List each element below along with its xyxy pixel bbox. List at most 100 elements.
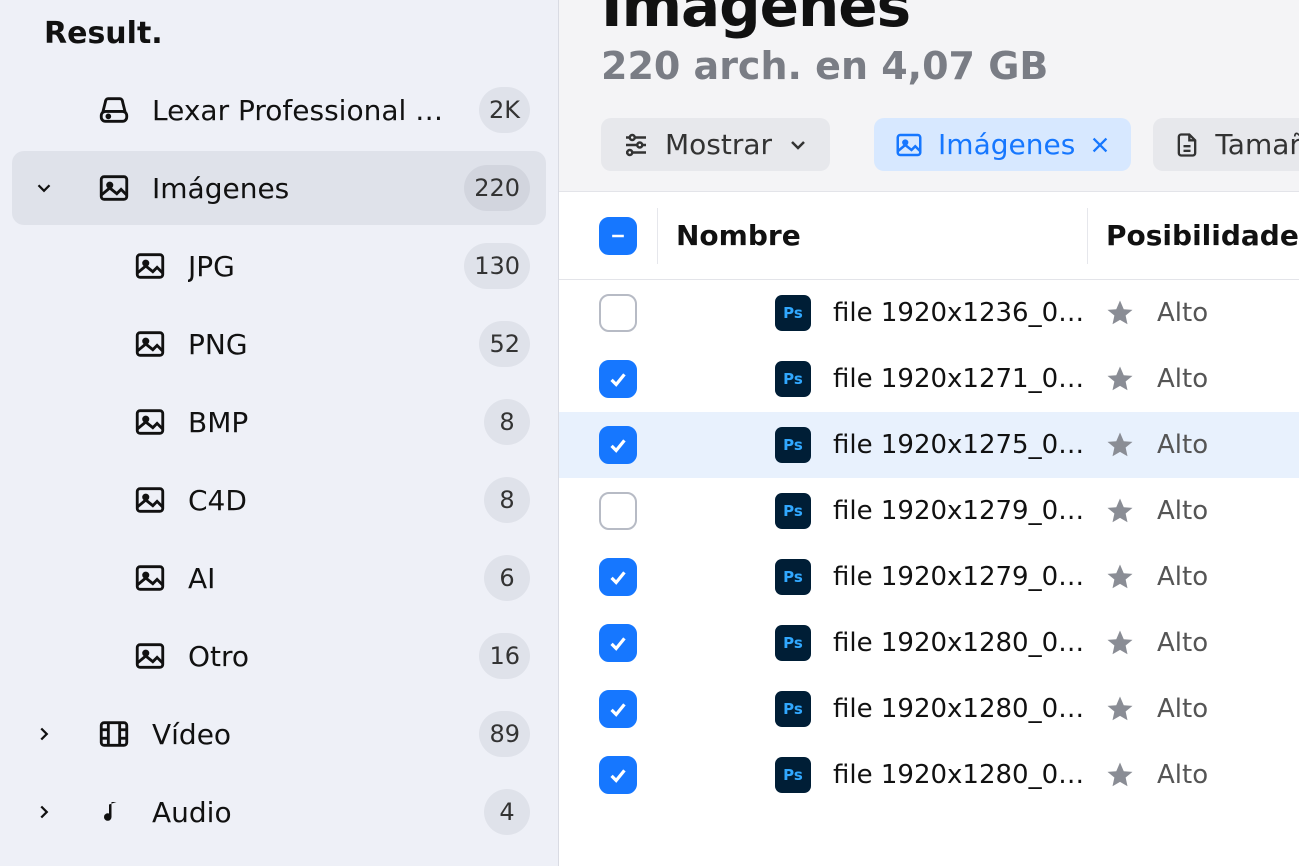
sidebar-item-documentos[interactable]: Documentos296 <box>12 853 546 866</box>
cell-name: Psfile 1920x1280_00... <box>657 757 1087 793</box>
sidebar-item-label: BMP <box>188 406 466 439</box>
drive-icon <box>94 93 134 127</box>
table-row[interactable]: Psfile 1920x1279_00... Alto <box>559 478 1299 544</box>
table-row[interactable]: Psfile 1920x1236_00...Alto <box>559 280 1299 346</box>
table-row[interactable]: Ps file 1920x1279_00... Alto <box>559 544 1299 610</box>
count-badge: 52 <box>479 321 530 367</box>
table-row[interactable]: Psfile 1920x1280_00...Alto <box>559 610 1299 676</box>
row-checkbox[interactable] <box>599 558 637 596</box>
row-checkbox[interactable] <box>599 624 637 662</box>
size-button[interactable]: Tamaño <box>1153 118 1299 171</box>
image-icon <box>130 639 170 673</box>
count-badge: 6 <box>484 555 530 601</box>
sidebar-item-audio[interactable]: Audio 4 <box>12 775 546 849</box>
count-badge: 8 <box>484 399 530 445</box>
cell-name: Psfile 1920x1279_00... <box>657 493 1087 529</box>
table-row[interactable]: Ps file 1920x1275_00... Alto <box>559 412 1299 478</box>
sidebar-item-bmp[interactable]: BMP 8 <box>48 385 546 459</box>
star-icon <box>1105 628 1135 658</box>
sliders-icon <box>621 130 651 160</box>
sidebar-item-otro[interactable]: Otro16 <box>48 619 546 693</box>
possibility-label: Alto <box>1157 760 1208 790</box>
count-badge: 16 <box>479 633 530 679</box>
table-row[interactable]: Psfile 1920x1271_00...Alto <box>559 346 1299 412</box>
sidebar: Result. Lexar Professional USB 3....2KIm… <box>0 0 559 866</box>
row-checkbox[interactable] <box>599 294 637 332</box>
select-all-checkbox[interactable] <box>599 217 637 255</box>
count-badge: 220 <box>464 165 530 211</box>
cell-possibility: Alto <box>1087 694 1287 724</box>
col-header-name[interactable]: Nombre <box>657 208 1087 264</box>
row-checkbox[interactable] <box>599 492 637 530</box>
toolbar: Mostrar Imágenes Tamaño <box>601 118 1257 171</box>
file-table: Nombre Posibilidades d Psfile 1920x1236_… <box>559 191 1299 866</box>
row-checkbox[interactable] <box>599 756 637 794</box>
image-icon <box>130 405 170 439</box>
star-icon <box>1105 298 1135 328</box>
star-icon <box>1105 430 1135 460</box>
cell-name: Ps file 1920x1275_00... <box>657 427 1087 463</box>
cell-possibility: Alto <box>1087 628 1287 658</box>
sidebar-item-png[interactable]: PNG 52 <box>48 307 546 381</box>
photoshop-icon: Ps <box>775 427 811 463</box>
sidebar-item-c4d[interactable]: C4D8 <box>48 463 546 537</box>
sidebar-item-label: PNG <box>188 328 461 361</box>
sidebar-item-label: JPG <box>188 250 446 283</box>
file-name: file 1920x1279_00... <box>833 562 1087 592</box>
photoshop-icon: Ps <box>775 625 811 661</box>
sidebar-item-lexar-professional-usb-3-[interactable]: Lexar Professional USB 3....2K <box>12 73 546 147</box>
file-name: file 1920x1275_00... <box>833 430 1087 460</box>
chevron-right-icon[interactable] <box>12 723 76 745</box>
show-label: Mostrar <box>665 128 772 161</box>
table-row[interactable]: Psfile 1920x1280_00... Alto <box>559 742 1299 808</box>
chevron-down-icon[interactable] <box>12 177 76 199</box>
sidebar-item-label: Imágenes <box>152 172 446 205</box>
main-panel: Imágenes 220 arch. en 4,07 GB Mostrar Im… <box>559 0 1299 866</box>
cell-possibility: Alto <box>1087 430 1287 460</box>
photoshop-icon: Ps <box>775 361 811 397</box>
row-checkbox[interactable] <box>599 426 637 464</box>
sidebar-item-ai[interactable]: AI6 <box>48 541 546 615</box>
sidebar-item-label: Audio <box>152 796 466 829</box>
cell-possibility: Alto <box>1087 562 1287 592</box>
sidebar-title: Result. <box>0 8 558 69</box>
count-badge: 4 <box>484 789 530 835</box>
sidebar-subtree: JPG130 PNG 52 BMP 8 C4D8AI6Otro16 <box>0 229 558 693</box>
image-icon <box>130 249 170 283</box>
sidebar-item-label: Vídeo <box>152 718 461 751</box>
sidebar-item-v-deo[interactable]: Vídeo 89 <box>12 697 546 771</box>
count-badge: 89 <box>479 711 530 757</box>
image-icon <box>130 327 170 361</box>
star-icon <box>1105 562 1135 592</box>
audio-icon <box>94 797 134 827</box>
sidebar-item-label: Lexar Professional USB 3.... <box>152 94 461 127</box>
table-header: Nombre Posibilidades d <box>559 192 1299 280</box>
photoshop-icon: Ps <box>775 757 811 793</box>
possibility-label: Alto <box>1157 562 1208 592</box>
photoshop-icon: Ps <box>775 559 811 595</box>
sidebar-item-jpg[interactable]: JPG130 <box>48 229 546 303</box>
show-button[interactable]: Mostrar <box>601 118 830 171</box>
photoshop-icon: Ps <box>775 691 811 727</box>
possibility-label: Alto <box>1157 364 1208 394</box>
image-icon <box>130 483 170 517</box>
filter-chip-images[interactable]: Imágenes <box>874 118 1131 171</box>
sidebar-item-im-genes[interactable]: Imágenes 220 <box>12 151 546 225</box>
close-icon[interactable] <box>1089 134 1111 156</box>
chevron-right-icon[interactable] <box>12 801 76 823</box>
star-icon <box>1105 364 1135 394</box>
table-body: Psfile 1920x1236_00...AltoPsfile 1920x12… <box>559 280 1299 808</box>
file-name: file 1920x1236_00... <box>833 298 1087 328</box>
image-icon <box>130 561 170 595</box>
possibility-label: Alto <box>1157 496 1208 526</box>
col-header-poss[interactable]: Posibilidades d <box>1087 208 1299 264</box>
cell-possibility: Alto <box>1087 496 1287 526</box>
cell-name: Ps file 1920x1279_00... <box>657 559 1087 595</box>
row-checkbox[interactable] <box>599 690 637 728</box>
row-checkbox[interactable] <box>599 360 637 398</box>
sidebar-item-label: C4D <box>188 484 466 517</box>
possibility-label: Alto <box>1157 430 1208 460</box>
file-name: file 1920x1280_00... <box>833 694 1087 724</box>
page-subtitle: 220 arch. en 4,07 GB <box>601 44 1257 88</box>
table-row[interactable]: Ps file 1920x1280_00...Alto <box>559 676 1299 742</box>
